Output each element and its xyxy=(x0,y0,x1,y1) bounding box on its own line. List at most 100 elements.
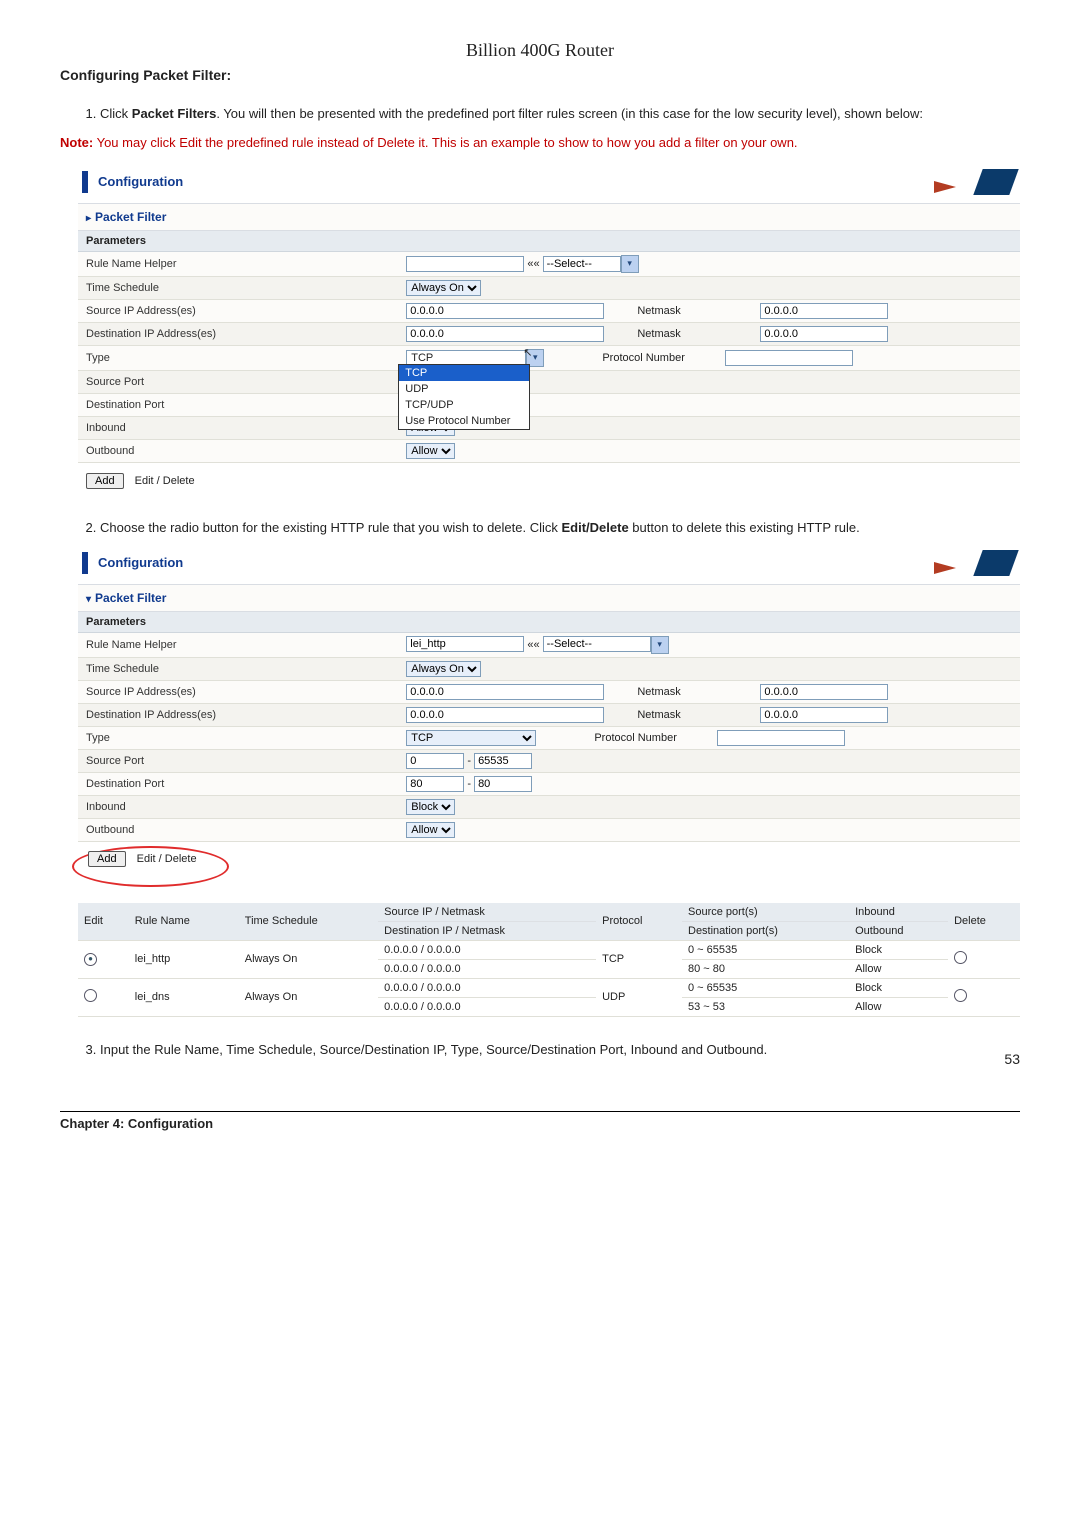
step1-bold: Packet Filters xyxy=(132,106,217,121)
add-button-2[interactable]: Add xyxy=(88,851,126,867)
dash-icon: - xyxy=(467,778,474,790)
inbound-label: Inbound xyxy=(78,416,398,439)
config-title: Configuration xyxy=(98,174,934,189)
cell-src-ip: 0.0.0.0 / 0.0.0.0 xyxy=(378,978,596,997)
edit-delete-link-2[interactable]: Edit / Delete xyxy=(137,853,197,865)
th-time-schedule: Time Schedule xyxy=(239,903,378,941)
dst-ip-input-2[interactable] xyxy=(406,707,604,723)
dst-ip-label: Destination IP Address(es) xyxy=(78,322,398,345)
step2-pre: Choose the radio button for the existing… xyxy=(100,520,562,535)
cell-dst-ip: 0.0.0.0 / 0.0.0.0 xyxy=(378,997,596,1016)
page-number: 53 xyxy=(60,1051,1020,1067)
helper-arrows-icon: «« xyxy=(527,258,539,270)
time-schedule-label: Time Schedule xyxy=(78,276,398,299)
type-select-2[interactable]: TCP xyxy=(406,730,536,746)
packet-filter-link-2[interactable]: Packet Filter xyxy=(78,585,1020,612)
src-port-label-2: Source Port xyxy=(78,749,398,772)
delete-radio[interactable] xyxy=(954,989,967,1002)
src-netmask-input-2[interactable] xyxy=(760,684,888,700)
src-netmask-input[interactable] xyxy=(760,303,888,319)
inbound-label-2: Inbound xyxy=(78,795,398,818)
bluebar-icon xyxy=(82,171,88,193)
dst-netmask-input[interactable] xyxy=(760,326,888,342)
helper-arrows-icon: «« xyxy=(527,638,539,650)
th-protocol: Protocol xyxy=(596,903,682,941)
cell-time-schedule: Always On xyxy=(239,978,378,1016)
dst-port-label-2: Destination Port xyxy=(78,772,398,795)
src-port-label: Source Port xyxy=(78,370,398,393)
cell-src-ports: 0 ~ 65535 xyxy=(682,940,849,959)
rule-name-label-2: Rule Name Helper xyxy=(78,633,398,658)
src-ip-label: Source IP Address(es) xyxy=(78,299,398,322)
cell-time-schedule: Always On xyxy=(239,940,378,978)
src-ip-input[interactable] xyxy=(406,303,604,319)
th-edit: Edit xyxy=(78,903,129,941)
dash-icon: - xyxy=(467,755,474,767)
cell-outbound: Allow xyxy=(849,997,948,1016)
parameters-header: Parameters xyxy=(78,231,1020,252)
src-port-from-input[interactable] xyxy=(406,753,464,769)
th-dst-ip: Destination IP / Netmask xyxy=(378,921,596,940)
cell-outbound: Allow xyxy=(849,959,948,978)
page-header: Billion 400G Router xyxy=(60,40,1020,61)
packet-filter-link[interactable]: Packet Filter xyxy=(78,204,1020,231)
chevron-down-icon[interactable]: ▾ xyxy=(621,255,639,273)
helper-select-display-2[interactable] xyxy=(543,636,651,652)
dst-port-to-input[interactable] xyxy=(474,776,532,792)
type-label-2: Type xyxy=(78,726,398,749)
edit-radio[interactable] xyxy=(84,989,97,1002)
outbound-select[interactable]: Allow xyxy=(406,443,455,459)
edit-delete-link[interactable]: Edit / Delete xyxy=(135,475,195,487)
type-label: Type xyxy=(78,345,398,370)
protocol-number-input-2[interactable] xyxy=(717,730,845,746)
th-outbound: Outbound xyxy=(849,921,948,940)
note-body: You may click Edit the predefined rule i… xyxy=(93,135,797,150)
chevron-down-icon[interactable]: ▾ xyxy=(651,636,669,654)
time-schedule-select[interactable]: Always On xyxy=(406,280,481,296)
netmask-label-4: Netmask xyxy=(637,709,757,721)
th-src-ip: Source IP / Netmask xyxy=(378,903,596,922)
type-option-protonum[interactable]: Use Protocol Number xyxy=(399,413,529,429)
type-option-tcpudp[interactable]: TCP/UDP xyxy=(399,397,529,413)
edit-radio[interactable] xyxy=(84,953,97,966)
netmask-label-2: Netmask xyxy=(637,328,757,340)
cell-rule-name: lei_http xyxy=(129,940,239,978)
src-port-to-input[interactable] xyxy=(474,753,532,769)
src-ip-input-2[interactable] xyxy=(406,684,604,700)
section-title: Configuring Packet Filter: xyxy=(60,67,1020,83)
outbound-select-2[interactable]: Allow xyxy=(406,822,455,838)
type-option-tcp[interactable]: TCP xyxy=(399,365,529,381)
delete-radio[interactable] xyxy=(954,951,967,964)
add-button[interactable]: Add xyxy=(86,473,124,489)
rule-name-input-2[interactable] xyxy=(406,636,524,652)
config-panel-1: Configuration Packet Filter Parameters R… xyxy=(72,167,1020,495)
step2-bold: Edit/Delete xyxy=(562,520,629,535)
dst-netmask-input-2[interactable] xyxy=(760,707,888,723)
rule-name-input[interactable] xyxy=(406,256,524,272)
time-schedule-select-2[interactable]: Always On xyxy=(406,661,481,677)
cell-src-ip: 0.0.0.0 / 0.0.0.0 xyxy=(378,940,596,959)
th-dst-ports: Destination port(s) xyxy=(682,921,849,940)
inbound-select-2[interactable]: Block xyxy=(406,799,455,815)
protocol-number-label-2: Protocol Number xyxy=(594,732,714,744)
dst-port-from-input[interactable] xyxy=(406,776,464,792)
outbound-label-2: Outbound xyxy=(78,818,398,841)
cursor-icon: ↖ xyxy=(523,346,532,359)
protocol-number-label: Protocol Number xyxy=(602,352,722,364)
note-label: Note: xyxy=(60,135,93,150)
chapter-label: Chapter 4: Configuration xyxy=(60,1116,213,1131)
type-dropdown-list[interactable]: TCP UDP TCP/UDP Use Protocol Number xyxy=(398,364,530,430)
cell-protocol: UDP xyxy=(596,978,682,1016)
dst-ip-input[interactable] xyxy=(406,326,604,342)
type-option-udp[interactable]: UDP xyxy=(399,381,529,397)
step1-pre: Click xyxy=(100,106,132,121)
helper-select-display[interactable] xyxy=(543,256,621,272)
netmask-label-3: Netmask xyxy=(637,686,757,698)
brand-logo-icon xyxy=(934,169,1014,195)
cell-dst-ports: 53 ~ 53 xyxy=(682,997,849,1016)
src-ip-label-2: Source IP Address(es) xyxy=(78,680,398,703)
step-1: Click Packet Filters. You will then be p… xyxy=(100,105,1020,124)
cell-protocol: TCP xyxy=(596,940,682,978)
protocol-number-input[interactable] xyxy=(725,350,853,366)
cell-src-ports: 0 ~ 65535 xyxy=(682,978,849,997)
